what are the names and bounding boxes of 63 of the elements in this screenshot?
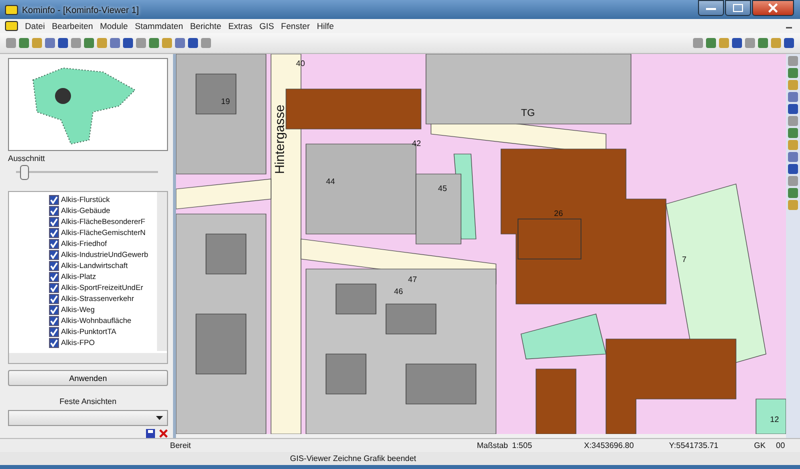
checkbox[interactable]: [49, 326, 59, 337]
y-coordinate: Y:5541735.71: [669, 441, 720, 450]
map-label: 12: [770, 415, 779, 424]
maximize-button[interactable]: [725, 0, 751, 16]
window-title: Kominfo - [Kominfo-Viewer 1]: [22, 4, 139, 14]
menu-item[interactable]: Stammdaten: [132, 21, 186, 31]
app-icon: [5, 4, 18, 14]
checkbox[interactable]: [49, 316, 59, 326]
apply-button[interactable]: Anwenden: [8, 370, 168, 386]
zone-value: 00: [776, 441, 786, 450]
checkbox[interactable]: [49, 272, 59, 282]
menu-item[interactable]: Extras: [225, 21, 256, 31]
zoom-slider[interactable]: [16, 165, 158, 180]
scale-value: 1:505: [511, 441, 534, 450]
checkbox[interactable]: [49, 206, 59, 216]
delete-icon[interactable]: [159, 429, 168, 438]
map-label: 44: [326, 177, 335, 186]
maximize-icon: [733, 4, 743, 12]
map-label: 26: [554, 209, 563, 218]
menu-item[interactable]: GIS: [256, 21, 277, 31]
map-label: TG: [521, 108, 535, 119]
scale-label: Maßstab: [476, 441, 508, 450]
checkbox[interactable]: [49, 194, 59, 205]
menu-item[interactable]: Hilfe: [314, 21, 337, 31]
section-label: Feste Ansichten: [60, 397, 116, 406]
close-icon: [768, 3, 778, 13]
minimize-icon: [706, 6, 716, 10]
map-label: Hintergasse: [272, 104, 287, 174]
x-coordinate: X:3453696.80: [584, 441, 635, 450]
map-label: 19: [221, 97, 230, 106]
map-label: 46: [394, 287, 403, 296]
minimize-button[interactable]: [698, 0, 724, 16]
section-label: Ausschnitt: [8, 154, 46, 164]
map-label: 47: [408, 275, 417, 284]
save-icon[interactable]: [146, 429, 155, 438]
checkbox[interactable]: [49, 216, 59, 227]
checkbox[interactable]: [49, 338, 59, 348]
message-text: GIS-Viewer Zeichne Grafik beendet: [290, 454, 416, 463]
caret-icon: [156, 416, 163, 420]
menu-item[interactable]: Datei: [22, 21, 48, 31]
checkbox[interactable]: [49, 304, 59, 315]
checkbox[interactable]: [49, 260, 59, 271]
menu-item[interactable]: Berichte: [187, 21, 224, 31]
map-view[interactable]: Hintergasse TG 40 19 42 44 45 47 46 26 12 7: [176, 54, 786, 434]
minimize-icon[interactable]: [786, 24, 792, 28]
checkbox[interactable]: [49, 282, 59, 293]
close-button[interactable]: [752, 0, 794, 16]
scrollbar[interactable]: [157, 192, 167, 352]
map-label: 40: [296, 59, 305, 68]
menu-item[interactable]: Fenster: [278, 21, 313, 31]
map-label: 45: [438, 184, 447, 193]
checkbox[interactable]: [49, 228, 59, 238]
checkbox[interactable]: [49, 294, 59, 304]
checkbox[interactable]: [49, 250, 59, 260]
app-icon: [5, 21, 18, 31]
status-text: Bereit: [170, 441, 192, 450]
map-label: 42: [412, 139, 421, 148]
coordinate-system: GK: [754, 441, 767, 450]
menu-item[interactable]: Bearbeiten: [48, 21, 96, 31]
checkbox[interactable]: [49, 238, 59, 249]
map-label: 7: [682, 255, 686, 264]
scrollbar[interactable]: [9, 353, 167, 364]
menu-item[interactable]: Module: [96, 21, 131, 31]
